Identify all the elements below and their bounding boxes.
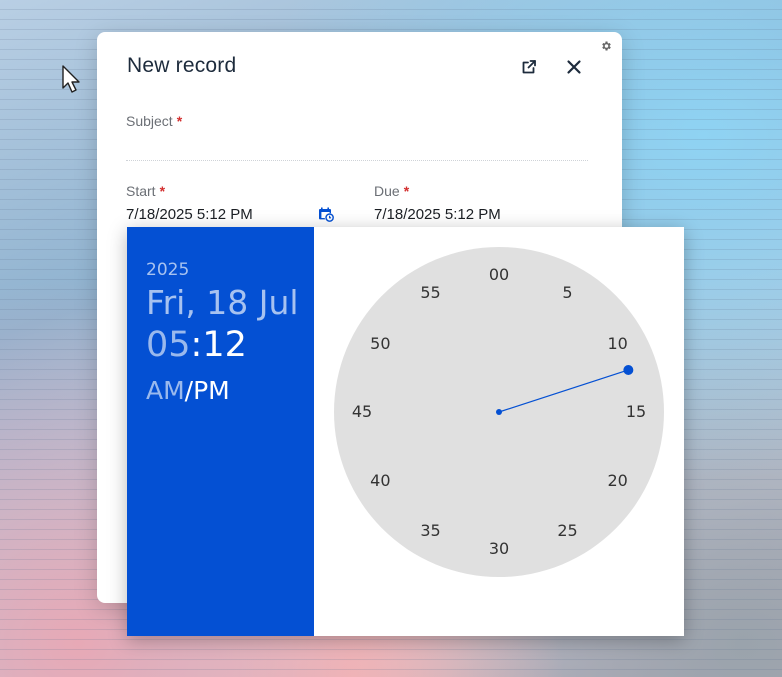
clock-center-dot [496,409,502,415]
minute-clock[interactable]: 00 5 10 15 20 25 30 35 40 45 50 55 [334,247,664,577]
clock-number-10[interactable]: 10 [603,334,633,354]
clock-hand [498,369,629,413]
am-option[interactable]: AM [146,376,185,405]
subject-input[interactable] [126,160,588,161]
clock-hand-knob[interactable] [623,364,634,375]
clock-number-35[interactable]: 35 [416,521,446,541]
picker-date[interactable]: Fri, 18 Jul [146,283,299,322]
clock-number-20[interactable]: 20 [603,471,633,491]
clock-number-30[interactable]: 30 [484,539,514,559]
close-button[interactable] [566,59,582,75]
picker-minute[interactable]: 12 [202,325,247,365]
clock-number-50[interactable]: 50 [365,334,395,354]
time-separator: : [190,325,203,365]
external-link-icon [522,60,536,74]
required-mark: * [159,183,166,199]
dialog-title: New record [127,54,237,77]
clock-number-15[interactable]: 15 [621,402,651,422]
open-external-button[interactable] [521,59,537,75]
picker-time: 05:12 [146,325,247,365]
clock-hand-layer [496,364,634,415]
picker-year[interactable]: 2025 [146,260,189,280]
mouse-cursor-icon [62,65,80,93]
calendar-clock-icon[interactable] [318,206,334,222]
clock-number-5[interactable]: 5 [553,283,583,303]
start-input[interactable]: 7/18/2025 5:12 PM [126,206,253,223]
pm-option[interactable]: PM [193,376,230,405]
required-mark: * [176,113,183,129]
due-label: Due * [374,183,410,199]
clock-number-00[interactable]: 00 [484,265,514,285]
ampm-separator: / [184,376,194,405]
gear-icon[interactable] [600,40,612,52]
subject-label: Subject * [126,113,183,129]
clock-number-45[interactable]: 45 [347,402,377,422]
close-icon [567,60,581,74]
picker-hour[interactable]: 05 [146,325,191,365]
clock-number-55[interactable]: 55 [416,283,446,303]
due-input[interactable]: 7/18/2025 5:12 PM [374,206,501,223]
time-picker: 2025 Fri, 18 Jul 05:12 AM/PM 00 5 10 15 20 25… [127,227,684,636]
clock-number-25[interactable]: 25 [553,521,583,541]
picker-header: 2025 Fri, 18 Jul 05:12 AM/PM [127,227,314,636]
start-label: Start * [126,183,166,199]
ampm-toggle: AM/PM [146,376,230,405]
required-mark: * [403,183,410,199]
clock-number-40[interactable]: 40 [365,471,395,491]
